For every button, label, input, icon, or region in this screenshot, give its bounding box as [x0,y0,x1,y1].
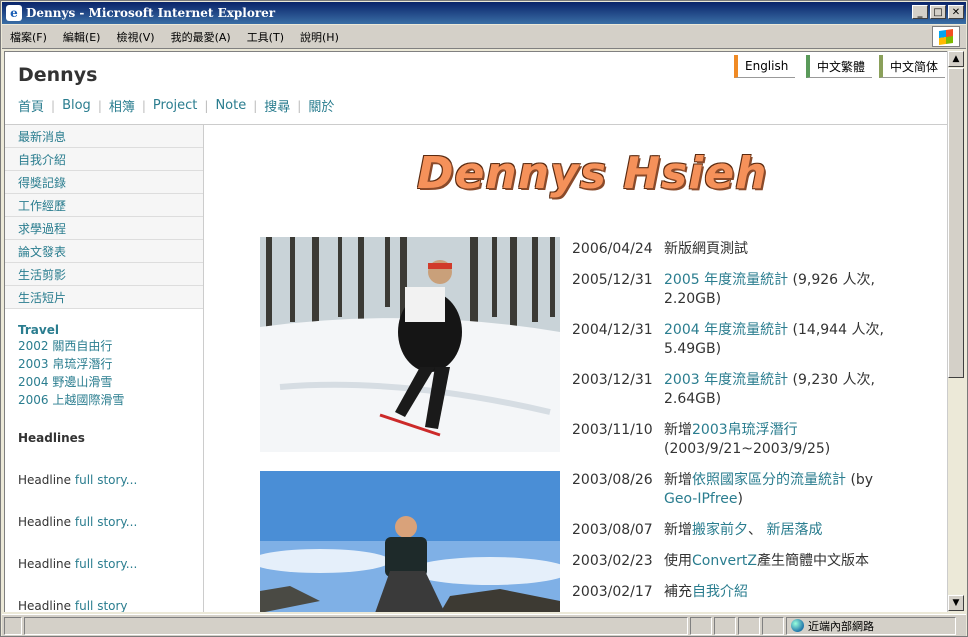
site-title: Dennys [18,64,98,86]
nav-home[interactable]: 首頁 [18,96,51,115]
maximize-button[interactable]: □ [930,5,946,19]
menu-help[interactable]: 說明(H) [292,29,347,45]
page-icon [4,616,22,635]
sidebar-item-awards[interactable]: 得獎記錄 [5,171,203,194]
status-text-pane [24,616,688,635]
sidebar-item-work[interactable]: 工作經歷 [5,194,203,217]
news-date: 2003/08/26 [572,472,653,488]
globe-icon [791,619,804,632]
news-date: 2003/02/17 [572,584,653,600]
skiing-photo [260,237,560,452]
news-link[interactable]: 2004 年度流量統計 [664,322,788,338]
news-item: 2003/08/07 新增搬家前夕、 新居落成 [572,522,823,538]
top-nav: 首頁 | Blog | 相簿 | Project | Note | 搜尋 | 關於 [18,96,341,115]
news-item: 2003/11/10 新增2003帛琉浮潛行 (2003/9/21~2003/9… [572,422,831,457]
headline-item: Headline full story... [18,557,138,571]
full-story-link[interactable]: full story [75,599,128,612]
menu-favorites[interactable]: 我的最愛(A) [163,29,239,45]
news-link[interactable]: 2003帛琉浮潛行 [692,422,798,438]
nav-search[interactable]: 搜尋 [257,96,297,115]
full-story-link[interactable]: full story... [75,515,137,529]
close-button[interactable]: ✕ [948,5,964,19]
lang-traditional-chinese[interactable]: 中文繁體 [806,55,873,78]
page-viewport: Dennys English 中文繁體 中文简体 首頁 | Blog | 相簿 | P… [4,51,947,612]
menu-bar: 檔案(F) 編輯(E) 檢視(V) 我的最愛(A) 工具(T) 說明(H) [2,25,966,49]
sidebar-item-news[interactable]: 最新消息 [5,125,203,148]
nav-album[interactable]: 相簿 [102,96,142,115]
travel-link[interactable]: 2006 上越國際滑雪 [5,391,203,409]
sidebar-item-education[interactable]: 求學過程 [5,217,203,240]
scroll-thumb[interactable] [948,68,964,378]
headline-item: Headline full story... [18,515,138,529]
sidebar: 最新消息 自我介紹 得獎記錄 工作經歷 求學過程 論文發表 生活剪影 生活短片 … [5,125,204,612]
news-item: 2003/02/23 使用ConvertZ產生簡體中文版本 [572,553,869,569]
headlines-heading: Headlines [18,431,85,445]
ie-icon: e [6,5,22,21]
browser-window: e Dennys - Microsoft Internet Explorer _… [0,0,968,637]
banner-title: Dennys Hsieh [417,148,768,199]
menu-file[interactable]: 檔案(F) [2,29,55,45]
menu-view[interactable]: 檢視(V) [108,29,162,45]
menu-tools[interactable]: 工具(T) [239,29,292,45]
news-date: 2006/04/24 [572,241,653,257]
news-item: 2005/12/31 2005 年度流量統計 (9,926 人次, 2.20GB… [572,272,875,307]
news-link[interactable]: 2003 年度流量統計 [664,372,788,388]
travel-link[interactable]: 2003 帛琉浮潛行 [5,355,203,373]
news-date: 2005/12/31 [572,272,653,288]
sidebar-item-life-videos[interactable]: 生活短片 [5,286,203,309]
headline-item: Headline full story [18,599,128,612]
news-link[interactable]: ConvertZ [692,553,757,569]
news-date: 2004/12/31 [572,322,653,338]
title-bar: e Dennys - Microsoft Internet Explorer _… [2,2,966,24]
windows-logo-icon [932,26,960,47]
lang-english[interactable]: English [734,55,796,78]
news-list: 2006/04/24 新版網頁測試 2005/12/31 2005 年度流量統計… [572,240,887,612]
travel-link[interactable]: 2002 關西自由行 [5,337,203,355]
menu-edit[interactable]: 編輯(E) [55,29,109,45]
window-title: Dennys - Microsoft Internet Explorer [26,6,276,20]
news-item: 2003/12/31 2003 年度流量統計 (9,230 人次, 2.64GB… [572,372,875,407]
nav-project[interactable]: Project [146,98,204,113]
news-item: 2003/02/17 補充自我介紹 [572,584,748,600]
travel-heading: Travel [18,323,59,337]
vertical-scrollbar[interactable]: ▲ ▼ [947,51,964,612]
sidebar-item-about-me[interactable]: 自我介紹 [5,148,203,171]
headline-item: Headline full story... [18,473,138,487]
nav-about[interactable]: 關於 [301,96,341,115]
news-item: 2006/04/24 新版網頁測試 [572,241,748,257]
nav-blog[interactable]: Blog [55,98,98,113]
scroll-down-icon[interactable]: ▼ [948,595,964,611]
news-date: 2003/11/10 [572,422,653,438]
status-bar: 近端內部網路 [2,614,966,636]
news-item: 2004/12/31 2004 年度流量統計 (14,944 人次, 5.49G… [572,322,884,357]
news-date: 2003/02/23 [572,553,653,569]
lang-simplified-chinese[interactable]: 中文简体 [879,55,946,78]
travel-link[interactable]: 2004 野邊山滑雪 [5,373,203,391]
news-link[interactable]: 2005 年度流量統計 [664,272,788,288]
mountain-photo [260,471,560,612]
news-link[interactable]: 自我介紹 [692,584,748,600]
news-link[interactable]: 依照國家區分的流量統計 [692,472,846,488]
full-story-link[interactable]: full story... [75,473,137,487]
scroll-up-icon[interactable]: ▲ [948,51,964,67]
news-link[interactable]: Geo-IPfree [664,491,738,507]
security-zone: 近端內部網路 [786,616,956,635]
sidebar-item-papers[interactable]: 論文發表 [5,240,203,263]
nav-note[interactable]: Note [208,98,253,113]
sidebar-item-life-photos[interactable]: 生活剪影 [5,263,203,286]
news-link[interactable]: 新居落成 [766,522,822,538]
news-date: 2003/12/31 [572,372,653,388]
news-link[interactable]: 搬家前夕 [692,522,748,538]
news-date: 2003/08/07 [572,522,653,538]
minimize-button[interactable]: _ [912,5,928,19]
news-item: 2003/08/26 新增依照國家區分的流量統計 (by Geo-IPfree) [572,472,874,507]
full-story-link[interactable]: full story... [75,557,137,571]
